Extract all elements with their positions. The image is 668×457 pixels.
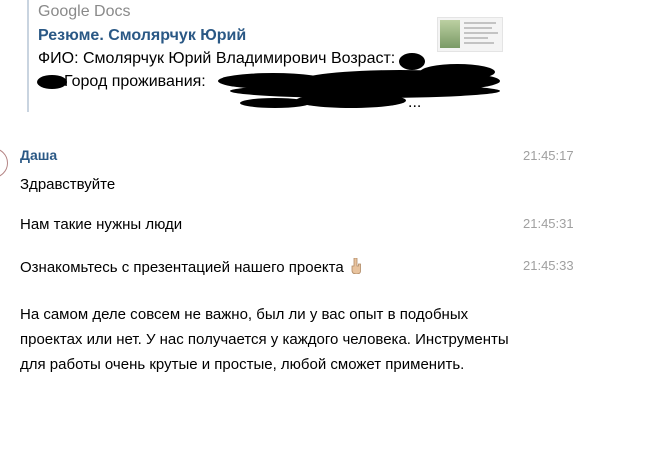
message-time: 21:45:33 (523, 258, 574, 273)
thumbnail-text-line (464, 42, 494, 44)
pointing-down-hand-icon (351, 257, 362, 275)
message-row: Ознакомьтесь с презентацией нашего проек… (20, 257, 362, 276)
message-time: 21:45:17 (523, 148, 574, 163)
thumbnail-text-line (464, 27, 492, 29)
preview-desc-line1: ФИО: Смолярчук Юрий Владимирович Возраст… (38, 50, 396, 67)
preview-title-link[interactable]: Резюме. Смолярчук Юрий (38, 27, 246, 45)
message-text: Ознакомьтесь с презентацией нашего проек… (20, 259, 344, 276)
thumbnail-text-line (464, 37, 488, 39)
preview-accent-bar (27, 0, 29, 112)
message-text: Здравствуйте (20, 176, 116, 193)
message-long-text: На самом деле совсем не важно, был ли у … (20, 306, 509, 373)
thumbnail-photo (440, 20, 460, 48)
thumbnail-text-line (464, 22, 496, 24)
thumbnail-text-line (464, 32, 498, 34)
preview-desc-line2: Город проживания: (64, 73, 206, 90)
message-author[interactable]: Даша (20, 147, 57, 163)
preview-site-name: Google Docs (38, 3, 131, 20)
preview-thumbnail[interactable] (437, 17, 503, 52)
avatar[interactable] (0, 148, 8, 178)
message-text: Нам такие нужны люди (20, 216, 183, 233)
message-time: 21:45:31 (523, 216, 574, 231)
